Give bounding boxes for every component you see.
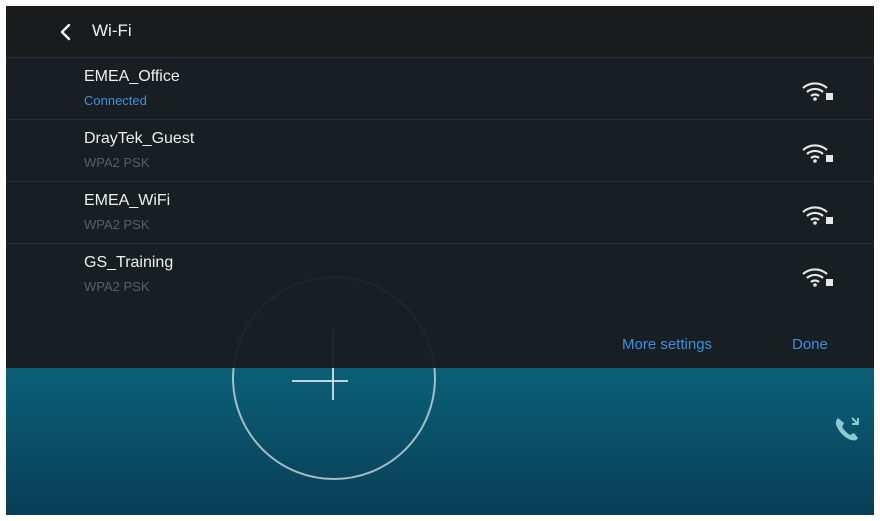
- wifi-locked-icon: [802, 206, 833, 225]
- network-name: EMEA_Office: [84, 68, 180, 85]
- page-title: Wi-Fi: [92, 21, 132, 40]
- network-status: WPA2 PSK: [84, 279, 150, 294]
- network-row[interactable]: DrayTek_Guest WPA2 PSK: [6, 120, 874, 182]
- phone-transfer-icon[interactable]: [830, 412, 864, 446]
- network-name: GS_Training: [84, 254, 174, 271]
- more-settings-button[interactable]: More settings: [622, 336, 712, 353]
- network-row[interactable]: EMEA_WiFi WPA2 PSK: [6, 182, 874, 244]
- plus-icon-horizontal: [292, 380, 348, 382]
- network-status: Connected: [84, 93, 147, 108]
- wifi-locked-icon: [802, 144, 833, 163]
- header: Wi-Fi: [6, 6, 874, 58]
- network-row[interactable]: EMEA_Office Connected: [6, 58, 874, 120]
- back-icon[interactable]: [56, 22, 76, 42]
- screen: Wi-Fi EMEA_Office Connected DrayTek_Gues…: [6, 6, 874, 515]
- done-button[interactable]: Done: [792, 336, 828, 353]
- network-status: WPA2 PSK: [84, 155, 150, 170]
- wifi-locked-icon: [802, 82, 833, 101]
- network-name: EMEA_WiFi: [84, 192, 171, 209]
- wifi-locked-icon: [802, 268, 833, 287]
- network-status: WPA2 PSK: [84, 217, 150, 232]
- wifi-panel: Wi-Fi EMEA_Office Connected DrayTek_Gues…: [6, 6, 874, 368]
- network-row[interactable]: GS_Training WPA2 PSK: [6, 244, 874, 306]
- network-name: DrayTek_Guest: [84, 130, 195, 147]
